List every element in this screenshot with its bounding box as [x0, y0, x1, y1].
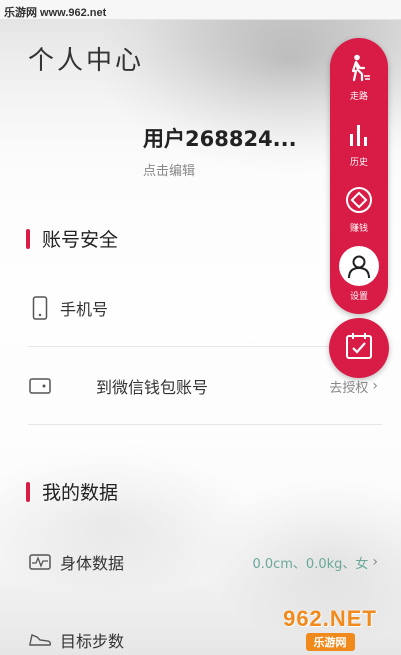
edit-profile-link[interactable]: 点击编辑	[143, 160, 195, 179]
watermark-logo-text: 962.NET	[283, 605, 377, 631]
row-label: 目标步数	[60, 632, 125, 651]
phone-icon	[28, 296, 52, 320]
chevron-right-icon: ›	[372, 378, 378, 394]
app-screen: 乐游网 www.962.net 个人中心 用户268824... 点击编辑 账号…	[0, 0, 401, 655]
nav-label: 历史	[349, 158, 368, 168]
nav-item-history[interactable]: 历史	[330, 122, 388, 182]
nav-label: 赚钱	[349, 224, 368, 234]
checkin-button[interactable]	[329, 318, 389, 378]
authorize-link[interactable]: 去授权 ›	[329, 377, 378, 396]
nav-item-earn[interactable]: 赚钱	[330, 186, 388, 246]
body-data-value[interactable]: 0.0cm、0.0kg、女 ›	[252, 553, 378, 572]
heart-rate-icon	[28, 550, 52, 574]
page-title: 个人中心	[28, 46, 145, 76]
bar-chart-icon	[347, 122, 371, 152]
divider	[28, 424, 382, 425]
row-label: 手机号	[60, 300, 109, 319]
row-wechat-wallet[interactable]: 到微信钱包账号 去授权 ›	[28, 366, 382, 406]
section-title-my-data: 我的数据	[26, 478, 118, 505]
watermark-logo-sub: 乐游网	[305, 632, 355, 651]
section-accent-bar	[26, 481, 30, 502]
watermark-logo: 962.NET 乐游网	[262, 603, 398, 653]
authorize-text: 去授权	[329, 380, 369, 396]
watermark-site-text: 乐游网 www.962.net	[0, 0, 401, 20]
nav-item-settings[interactable]: 设置	[330, 246, 388, 306]
calendar-check-icon	[344, 331, 374, 365]
user-icon	[339, 246, 379, 286]
section-title-account-security: 账号安全	[26, 225, 118, 252]
row-phone[interactable]: 手机号	[28, 288, 382, 328]
shoe-icon	[28, 628, 52, 652]
row-label: 身体数据	[60, 554, 125, 573]
row-body-data[interactable]: 身体数据 0.0cm、0.0kg、女 ›	[28, 542, 382, 582]
chevron-right-icon: ›	[372, 554, 378, 570]
floating-nav: 走路 历史 赚钱 设置	[330, 38, 388, 314]
nav-label: 走路	[349, 92, 368, 102]
walk-icon	[347, 54, 371, 86]
section-title-text: 账号安全	[42, 229, 119, 251]
body-data-text: 0.0cm、0.0kg、女	[252, 556, 369, 572]
wallet-icon	[28, 374, 52, 398]
nav-label: 设置	[349, 292, 368, 302]
username[interactable]: 用户268824...	[143, 123, 297, 153]
row-label: 到微信钱包账号	[96, 378, 209, 397]
nav-item-walk[interactable]: 走路	[330, 54, 388, 114]
section-title-text: 我的数据	[42, 482, 119, 504]
section-accent-bar	[26, 228, 30, 249]
diamond-coin-icon	[345, 186, 373, 218]
